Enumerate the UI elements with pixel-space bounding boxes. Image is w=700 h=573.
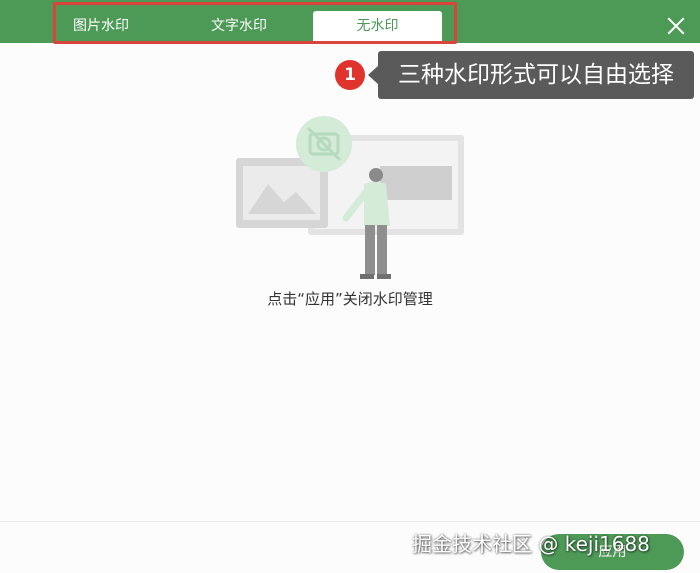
no-watermark-illustration <box>236 116 464 279</box>
close-icon[interactable] <box>664 14 688 38</box>
annotation-tooltip: 三种水印形式可以自由选择 <box>378 51 694 99</box>
apply-button[interactable]: 应用 <box>541 534 684 570</box>
hint-text: 点击“应用”关闭水印管理 <box>267 290 433 308</box>
step-badge: 1 <box>335 60 365 90</box>
tab-highlight-box <box>53 2 457 44</box>
footer-divider <box>0 521 700 522</box>
